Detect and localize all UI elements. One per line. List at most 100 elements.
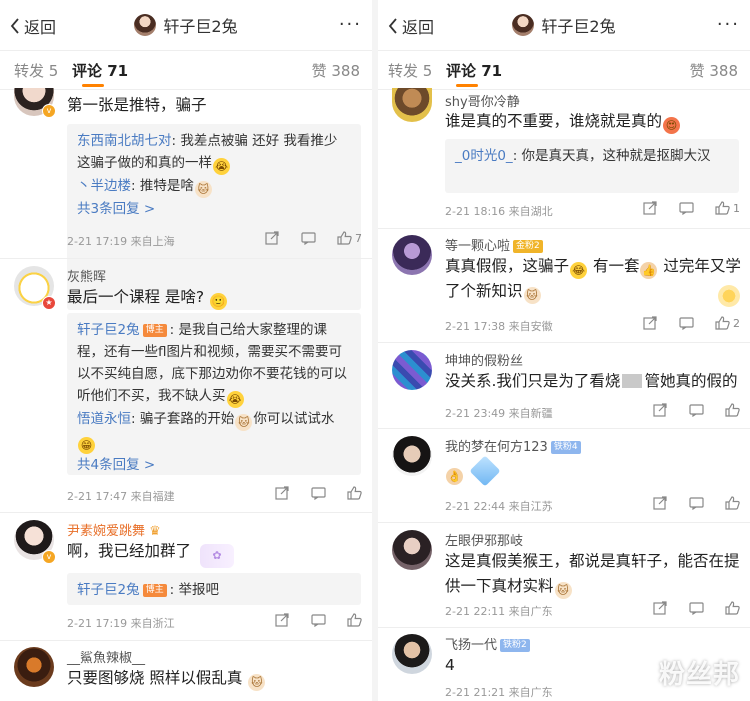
ok-hand-emoji-icon: 👌 xyxy=(446,468,463,485)
comment-meta: 2-21 17:47 来自福建 xyxy=(67,490,175,503)
avatar[interactable] xyxy=(392,350,432,390)
reply-text: : 举报吧 xyxy=(169,582,219,598)
comment-meta: 2-21 17:38 来自安徽 xyxy=(445,320,553,333)
share-icon[interactable] xyxy=(642,316,658,330)
more-menu-button[interactable]: ··· xyxy=(717,14,740,35)
divider xyxy=(378,228,750,229)
comment-author-name: 我的梦在何方123 xyxy=(445,440,548,455)
tab-bar: 转发 5 评论 71 赞 388 xyxy=(378,50,750,90)
reply-author[interactable]: _0时光0_ xyxy=(455,148,513,164)
share-icon[interactable] xyxy=(274,486,290,500)
comment-text-body: 只要图够烧 照样以假乱真 xyxy=(67,669,243,687)
like-icon[interactable] xyxy=(336,231,352,245)
cry-laugh-emoji-icon: 😭 xyxy=(226,391,244,408)
comment-actions: 7 xyxy=(244,231,362,245)
comment-author[interactable]: 尹素婉爱跳舞 ♛ xyxy=(67,520,161,539)
like-icon[interactable] xyxy=(714,201,730,215)
comment-meta: 2-21 17:19 来自上海 xyxy=(67,235,175,248)
comment-icon[interactable] xyxy=(678,316,694,330)
tab-comments[interactable]: 评论 71 xyxy=(446,60,502,81)
comment-icon[interactable] xyxy=(688,496,704,510)
avatar[interactable] xyxy=(392,530,432,570)
cat-emoji-icon: 🐱 xyxy=(554,582,572,599)
comment-actions xyxy=(254,486,362,500)
comment-icon[interactable] xyxy=(688,601,704,615)
divider xyxy=(378,428,750,429)
tab-likes[interactable]: 赞 388 xyxy=(690,60,738,81)
sticker-decoration-icon: ✿ xyxy=(200,544,234,568)
like-icon[interactable] xyxy=(724,403,740,417)
reply-author[interactable]: 悟道永恒 xyxy=(77,411,131,427)
comment-author[interactable]: 坤坤的假粉丝 xyxy=(445,350,523,369)
verified-badge-icon: ★ xyxy=(42,296,56,310)
share-icon[interactable] xyxy=(264,231,280,245)
comment-actions xyxy=(632,496,740,510)
comment-author[interactable]: 灰熊晖 xyxy=(67,266,106,285)
comment-text: 这是真假美猴王，都说是真轩子，能否在提供一下真材实料 🐱 xyxy=(445,549,741,599)
share-icon[interactable] xyxy=(274,613,290,627)
view-more-replies-link[interactable]: 共4条回复 > xyxy=(77,454,351,476)
comment-actions xyxy=(254,613,362,627)
share-icon[interactable] xyxy=(652,403,668,417)
smile-emoji-icon: 🙂 xyxy=(210,293,228,310)
cat-emoji-icon: 🐱 xyxy=(194,181,212,198)
tab-repost[interactable]: 转发 5 xyxy=(14,60,58,81)
comment-icon[interactable] xyxy=(678,201,694,215)
comment-author[interactable]: 等一颗心啦 金粉2 xyxy=(445,235,546,254)
comment-icon[interactable] xyxy=(688,403,704,417)
right-screenshot: 返回 轩子巨2兔 ··· 转发 5 评论 71 赞 388 shy哥你冷静 谁是… xyxy=(378,0,750,701)
comment-text-body: 真真假假，这骗子 xyxy=(445,257,570,275)
verified-badge-icon: v xyxy=(42,550,56,564)
avatar[interactable] xyxy=(14,647,54,687)
tab-repost[interactable]: 转发 5 xyxy=(388,60,432,81)
author-avatar[interactable] xyxy=(512,14,535,36)
comment-icon[interactable] xyxy=(310,486,326,500)
like-icon[interactable] xyxy=(346,613,362,627)
share-icon[interactable] xyxy=(642,201,658,215)
like-count: 2 xyxy=(733,316,740,330)
view-more-replies-link[interactable]: 共3条回复 > xyxy=(77,198,351,220)
reply-box[interactable]: 轩子巨2兔 博主: 是我自己给大家整理的课程，还有一些fl图片和视频，需要买不需要… xyxy=(67,313,361,475)
reply-author[interactable]: 丶半边楼 xyxy=(77,178,131,194)
comment-text: 谁是真的不重要，谁烧就是真的 😍 xyxy=(445,109,735,134)
reply-author[interactable]: 轩子巨2兔 xyxy=(77,582,140,598)
comment-text: 只要图够烧 照样以假乱真 🐱 xyxy=(67,666,357,691)
like-count: 1 xyxy=(733,201,740,215)
comment-text-body: 谁是真的不重要，谁烧就是真的 xyxy=(445,112,663,130)
avatar[interactable] xyxy=(392,436,432,476)
comment-actions xyxy=(632,601,740,615)
avatar[interactable] xyxy=(392,235,432,275)
share-icon[interactable] xyxy=(652,496,668,510)
like-icon[interactable] xyxy=(346,486,362,500)
tab-comments[interactable]: 评论 71 xyxy=(72,60,128,81)
reply-author[interactable]: 东西南北胡七对 xyxy=(77,133,172,149)
tab-likes[interactable]: 赞 388 xyxy=(312,60,360,81)
more-menu-button[interactable]: ··· xyxy=(339,14,362,35)
sun-sticker-icon xyxy=(718,285,740,307)
reply-box[interactable]: 轩子巨2兔 博主: 举报吧 xyxy=(67,573,361,605)
censored-block-icon xyxy=(622,374,643,388)
comment-author[interactable]: 左眼伊邪那岐 xyxy=(445,530,523,549)
comment-icon[interactable] xyxy=(310,613,326,627)
comment-author[interactable]: 飞扬一代 铁粉2 xyxy=(445,634,533,653)
comment-text: 没关系.我们只是为了看烧 管她真的假的 xyxy=(445,369,745,394)
verified-badge-icon: v xyxy=(42,104,56,118)
avatar[interactable] xyxy=(392,88,432,122)
author-avatar[interactable] xyxy=(134,14,157,36)
comment-icon[interactable] xyxy=(300,231,316,245)
reply-author[interactable]: 轩子巨2兔 xyxy=(77,322,140,338)
comment-author[interactable]: __鯊魚辣椒__ xyxy=(67,647,145,666)
reply-box[interactable]: _0时光0_: 你是真天真，这种就是抠脚大汉 xyxy=(445,139,739,193)
reply-box[interactable]: 东西南北胡七对: 我差点被骗 还好 我看推少 这骗子做的和真的一样 😭 丶半边楼:… xyxy=(67,124,361,310)
comment-author[interactable]: 我的梦在何方123 铁粉4 xyxy=(445,436,584,455)
share-icon[interactable] xyxy=(652,601,668,615)
like-icon[interactable] xyxy=(724,601,740,615)
divider xyxy=(378,627,750,628)
avatar[interactable] xyxy=(392,634,432,674)
like-icon[interactable] xyxy=(714,316,730,330)
host-tag: 博主 xyxy=(142,584,167,597)
like-icon[interactable] xyxy=(724,496,740,510)
cat-emoji-icon: 🐱 xyxy=(523,287,541,304)
divider xyxy=(378,342,750,343)
comment-author[interactable]: shy哥你冷静 xyxy=(445,91,520,110)
